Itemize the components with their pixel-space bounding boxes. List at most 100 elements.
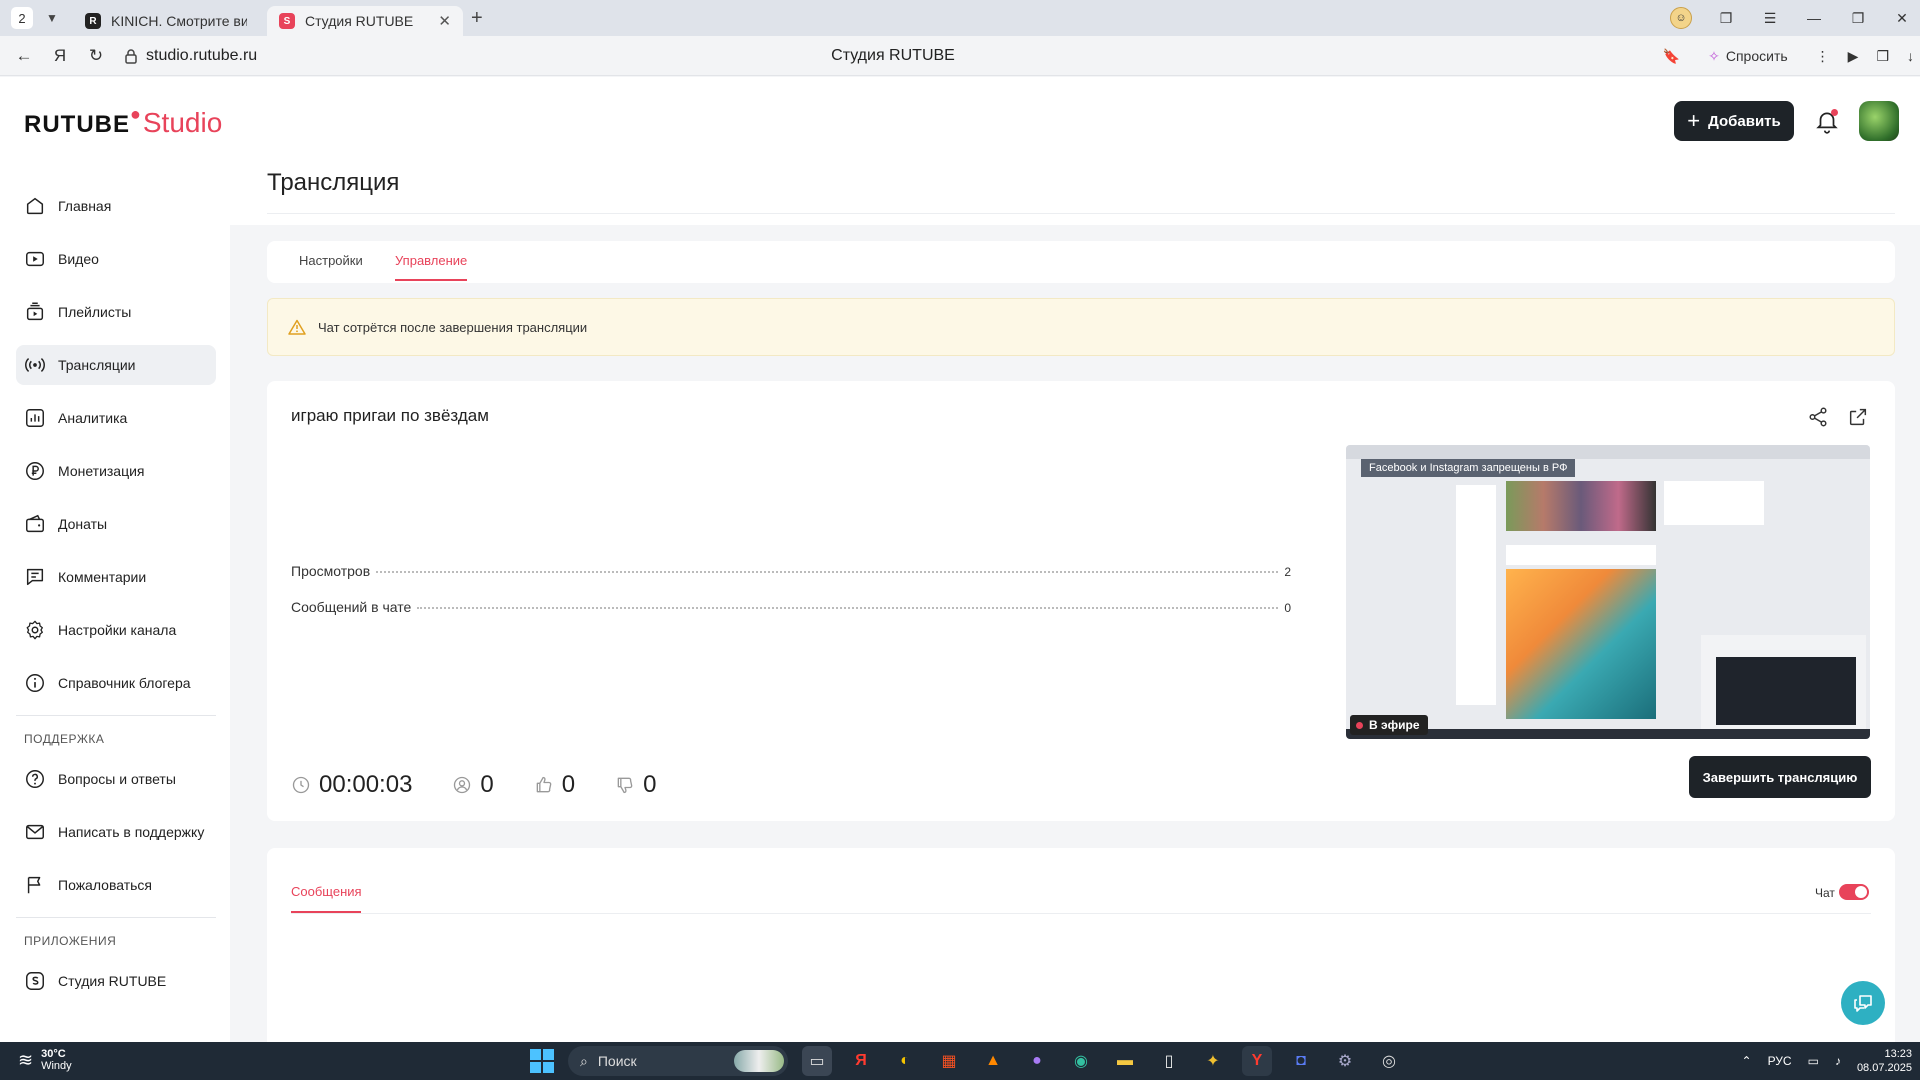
extensions-icon[interactable]: ❒ [1876, 48, 1889, 65]
metric-duration: 00:00:03 [291, 771, 412, 799]
sidebar-item-donations[interactable]: Донаты [16, 504, 216, 544]
profile-icon[interactable]: ☺ [1670, 7, 1692, 29]
studio-app-icon [26, 972, 44, 990]
apps-heading: ПРИЛОЖЕНИЯ [24, 934, 117, 948]
likes-value: 0 [561, 771, 576, 798]
sidebar-item-blogger-guide[interactable]: Справочник блогера [16, 663, 216, 703]
tab-settings[interactable]: Настройки [299, 253, 363, 268]
collections-icon[interactable]: ❐ [1716, 10, 1736, 27]
close-tab-icon[interactable]: ✕ [438, 12, 451, 30]
tab-counter[interactable]: 2 [11, 7, 33, 29]
menu-icon[interactable]: ☰ [1760, 10, 1780, 27]
file-explorer-icon[interactable]: ▬ [1110, 1046, 1140, 1076]
comment-icon [26, 568, 44, 586]
sidebar-item-label: Главная [58, 198, 112, 214]
end-stream-button[interactable]: Завершить трансляцию [1689, 756, 1871, 798]
broadcast-icon [25, 358, 45, 372]
tab-management[interactable]: Управление [395, 253, 467, 268]
flag-icon [27, 876, 41, 894]
restore-icon[interactable]: ❐ [1848, 10, 1868, 27]
search-highlight-image [734, 1050, 784, 1072]
edge-icon[interactable]: ◉ [1066, 1046, 1096, 1076]
sidebar-item-studio-app[interactable]: Студия RUTUBE [16, 961, 216, 1001]
sidebar-item-monetization[interactable]: Монетизация [16, 451, 216, 491]
search-icon: ⌕ [580, 1052, 588, 1069]
tabs-dropdown-icon[interactable]: ▼ [39, 5, 65, 31]
clock[interactable]: 13:23 08.07.2025 [1857, 1047, 1912, 1075]
metric-viewers: 0 [452, 771, 494, 799]
yandex-app-icon[interactable]: Я [846, 1046, 876, 1076]
add-button[interactable]: + Добавить [1674, 101, 1794, 141]
stream-card: играю пригаи по звёздам Просмотров 2 Соо… [267, 381, 1895, 821]
browser-tab-studio[interactable]: S Студия RUTUBE ✕ [267, 6, 463, 36]
share-icon[interactable] [1807, 406, 1829, 428]
bookmark-icon[interactable]: 🔖 [1663, 48, 1680, 65]
discord-icon[interactable]: ◘ [1286, 1046, 1316, 1076]
sidebar-item-faq[interactable]: Вопросы и ответы [16, 759, 216, 799]
tabs-card: Настройки Управление [267, 241, 1895, 283]
preview-thumbnails [1506, 481, 1656, 531]
yandex-browser-icon[interactable]: Y [1242, 1046, 1272, 1076]
external-link-icon[interactable] [1847, 406, 1869, 428]
download-icon[interactable]: ↓ [1907, 48, 1914, 64]
task-view-icon[interactable]: ▭ [802, 1046, 832, 1076]
taskbar-apps: ⌕ Поиск ▭ Я ◐ ▦ ▲ ● ◉ ▬ ▯ ✦ Y ◘ ⚙ ◎ [530, 1046, 1404, 1076]
tray-expand-icon[interactable]: ⌃ [1742, 1054, 1752, 1068]
sidebar-item-video[interactable]: Видео [16, 239, 216, 279]
rutube-studio-logo[interactable]: RUTUBE ● Studio [24, 104, 222, 139]
windows-start-icon[interactable] [530, 1049, 554, 1073]
help-chat-button[interactable] [1841, 981, 1885, 1025]
live-label: В эфире [1369, 718, 1420, 732]
sidebar-item-channel-settings[interactable]: Настройки канала [16, 610, 216, 650]
sidebar-item-playlists[interactable]: Плейлисты [16, 292, 216, 332]
vlc-icon[interactable]: ▲ [978, 1046, 1008, 1076]
notification-dot [1831, 109, 1838, 116]
user-avatar[interactable] [1859, 101, 1899, 141]
live-dot-icon [1356, 721, 1363, 729]
sidebar-item-report[interactable]: Пожаловаться [16, 865, 216, 905]
playlist-icon [26, 302, 44, 321]
sidebar-item-home[interactable]: Главная [16, 186, 216, 226]
viewer-icon [454, 776, 471, 794]
sidebar-item-comments[interactable]: Комментарии [16, 557, 216, 597]
sidebar-item-streams[interactable]: Трансляции [16, 345, 216, 385]
sidebar-item-analytics[interactable]: Аналитика [16, 398, 216, 438]
rutube-favicon-icon: R [85, 13, 101, 29]
ask-button[interactable]: ✧ Спросить [1698, 44, 1798, 69]
preview-banner: Facebook и Instagram запрещены в РФ [1361, 459, 1576, 477]
stream-preview[interactable]: Facebook и Instagram запрещены в РФ В эф… [1346, 445, 1870, 739]
tab-messages[interactable]: Сообщения [291, 884, 362, 899]
chat-toggle[interactable] [1839, 884, 1869, 900]
volume-icon[interactable]: ♪ [1835, 1054, 1841, 1068]
media-icon[interactable]: ▶ [1848, 48, 1859, 65]
preview-post-header [1506, 545, 1656, 565]
browser-tab-kinich[interactable]: R KINICH. Смотрите видео [73, 6, 259, 36]
weather-text: Windy [41, 1060, 72, 1072]
close-window-icon[interactable]: ✕ [1892, 10, 1912, 27]
weather-widget[interactable]: ≋ 30°C Windy [18, 1048, 72, 1072]
sidebar-item-label: Вопросы и ответы [58, 771, 176, 787]
stat-label: Просмотров [291, 563, 371, 579]
window-controls: ☺ ❐ ☰ — ❐ ✕ [1670, 0, 1912, 36]
new-tab-icon[interactable]: + [471, 7, 483, 30]
stat-value: 0 [1284, 601, 1291, 615]
minimize-icon[interactable]: — [1804, 10, 1824, 26]
sidebar-item-label: Монетизация [58, 463, 145, 479]
taskbar-search[interactable]: ⌕ Поиск [568, 1046, 788, 1076]
store-icon[interactable]: ▦ [934, 1046, 964, 1076]
active-tab-indicator [395, 279, 467, 281]
alice-icon[interactable]: ● [1022, 1046, 1052, 1076]
network-icon[interactable]: ▭ [1808, 1054, 1819, 1068]
notifications-bell-icon[interactable] [1814, 109, 1840, 135]
beeline-icon[interactable]: ◐ [890, 1046, 920, 1076]
document-icon[interactable]: ▯ [1154, 1046, 1184, 1076]
sidebar-item-contact-support[interactable]: Написать в поддержку [16, 812, 216, 852]
obs-icon[interactable]: ◎ [1374, 1046, 1404, 1076]
studio-favicon-icon: S [279, 13, 295, 29]
game-icon[interactable]: ✦ [1198, 1046, 1228, 1076]
more-icon[interactable]: ⋮ [1816, 48, 1830, 65]
sidebar-item-label: Плейлисты [58, 304, 132, 320]
language-indicator[interactable]: РУС [1768, 1054, 1792, 1068]
sidebar-item-label: Аналитика [58, 410, 128, 426]
steam-icon[interactable]: ⚙ [1330, 1046, 1360, 1076]
